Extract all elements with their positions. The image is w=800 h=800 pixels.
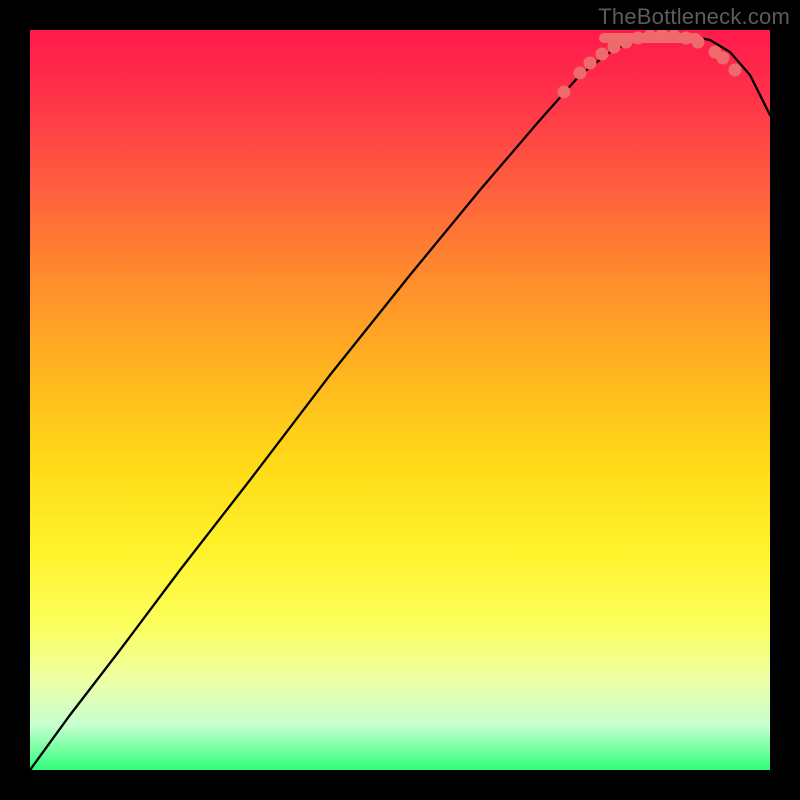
highlight-dot [558,86,571,99]
highlight-dot [632,32,645,45]
highlight-dot [680,32,693,45]
highlight-dot [574,67,587,80]
plot-area [30,30,770,770]
highlight-dot [717,52,730,65]
highlight-dots [558,30,742,99]
watermark-label: TheBottleneck.com [598,4,790,30]
chart-stage: TheBottleneck.com [0,0,800,800]
highlight-dot [608,41,621,54]
highlight-dot [596,48,609,61]
curve-layer [30,30,770,770]
highlight-dot [729,64,742,77]
highlight-dot [692,36,705,49]
highlight-dot [668,30,681,43]
highlight-dot [620,36,633,49]
highlight-dot [644,30,657,43]
bottleneck-curve [30,35,770,770]
highlight-dot [584,57,597,70]
